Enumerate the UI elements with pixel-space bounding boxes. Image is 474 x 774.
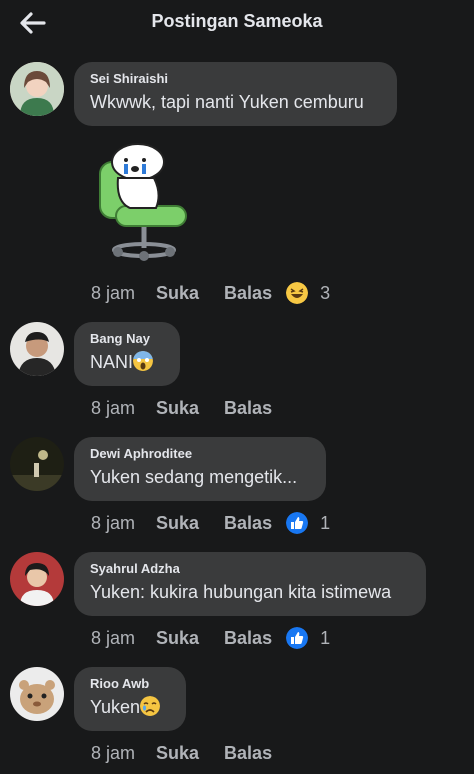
- comment-text: Yuken: kukira hubungan kita istimewa: [90, 582, 392, 602]
- reply-button[interactable]: Balas: [224, 283, 272, 304]
- comment-text: NANI: [90, 350, 164, 374]
- comment-text-value: Yuken: [90, 697, 141, 717]
- comment-bubble[interactable]: Rioo Awb Yuken: [74, 667, 186, 731]
- avatar[interactable]: [10, 437, 64, 491]
- avatar[interactable]: [10, 62, 64, 116]
- like-button[interactable]: Suka: [156, 628, 199, 649]
- comment-time: 8 jam: [91, 397, 136, 418]
- comment-actions: 8 jam Suka Balas 3: [91, 281, 330, 305]
- like-button[interactable]: Suka: [156, 283, 199, 304]
- reply-button[interactable]: Balas: [224, 398, 272, 419]
- like-button[interactable]: Suka: [156, 398, 199, 419]
- comment-author[interactable]: Bang Nay: [90, 331, 164, 347]
- comment-actions: 8 jam Suka Balas: [91, 741, 272, 765]
- crying-emoji: [140, 696, 161, 716]
- comment-text-value: NANI: [90, 352, 134, 372]
- comment-time: 8 jam: [91, 627, 136, 648]
- comment-author[interactable]: Rioo Awb: [90, 676, 170, 692]
- comment-time: 8 jam: [91, 512, 136, 533]
- comment-actions: 8 jam Suka Balas 1: [91, 511, 330, 535]
- reaction-count: 3: [320, 282, 331, 303]
- reply-button[interactable]: Balas: [224, 743, 272, 764]
- chair-crying-sticker[interactable]: [96, 140, 192, 262]
- header-bar: Postingan Sameoka: [0, 0, 474, 46]
- comment-author[interactable]: Sei Shiraishi: [90, 71, 381, 87]
- reaction-count: 1: [320, 627, 331, 648]
- avatar[interactable]: [10, 322, 64, 376]
- comment-author[interactable]: Dewi Aphroditee: [90, 446, 310, 462]
- avatar[interactable]: [10, 552, 64, 606]
- like-emoji[interactable]: [286, 512, 309, 534]
- comment-actions: 8 jam Suka Balas: [91, 396, 272, 420]
- like-emoji[interactable]: [286, 627, 309, 649]
- comment-bubble[interactable]: Dewi Aphroditee Yuken sedang mengetik...: [74, 437, 326, 501]
- comment-time: 8 jam: [91, 742, 136, 763]
- comment-text: Yuken sedang mengetik...: [90, 467, 298, 487]
- comment-text: Yuken: [90, 695, 170, 719]
- comment-actions: 8 jam Suka Balas 1: [91, 626, 330, 650]
- comment-time: 8 jam: [91, 282, 136, 303]
- comment-author[interactable]: Syahrul Adzha: [90, 561, 410, 577]
- reply-button[interactable]: Balas: [224, 513, 272, 534]
- page-title: Postingan Sameoka: [151, 11, 323, 31]
- comment-bubble[interactable]: Bang Nay NANI: [74, 322, 180, 386]
- comment-bubble[interactable]: Syahrul Adzha Yuken: kukira hubungan kit…: [74, 552, 426, 616]
- haha-emoji[interactable]: [286, 282, 309, 304]
- like-button[interactable]: Suka: [156, 743, 199, 764]
- screaming-emoji: [133, 351, 154, 371]
- reaction-count: 1: [320, 512, 331, 533]
- reply-button[interactable]: Balas: [224, 628, 272, 649]
- comment-text: Wkwwk, tapi nanti Yuken cemburu: [90, 92, 364, 112]
- comment-bubble[interactable]: Sei Shiraishi Wkwwk, tapi nanti Yuken ce…: [74, 62, 397, 126]
- avatar[interactable]: [10, 667, 64, 721]
- like-button[interactable]: Suka: [156, 513, 199, 534]
